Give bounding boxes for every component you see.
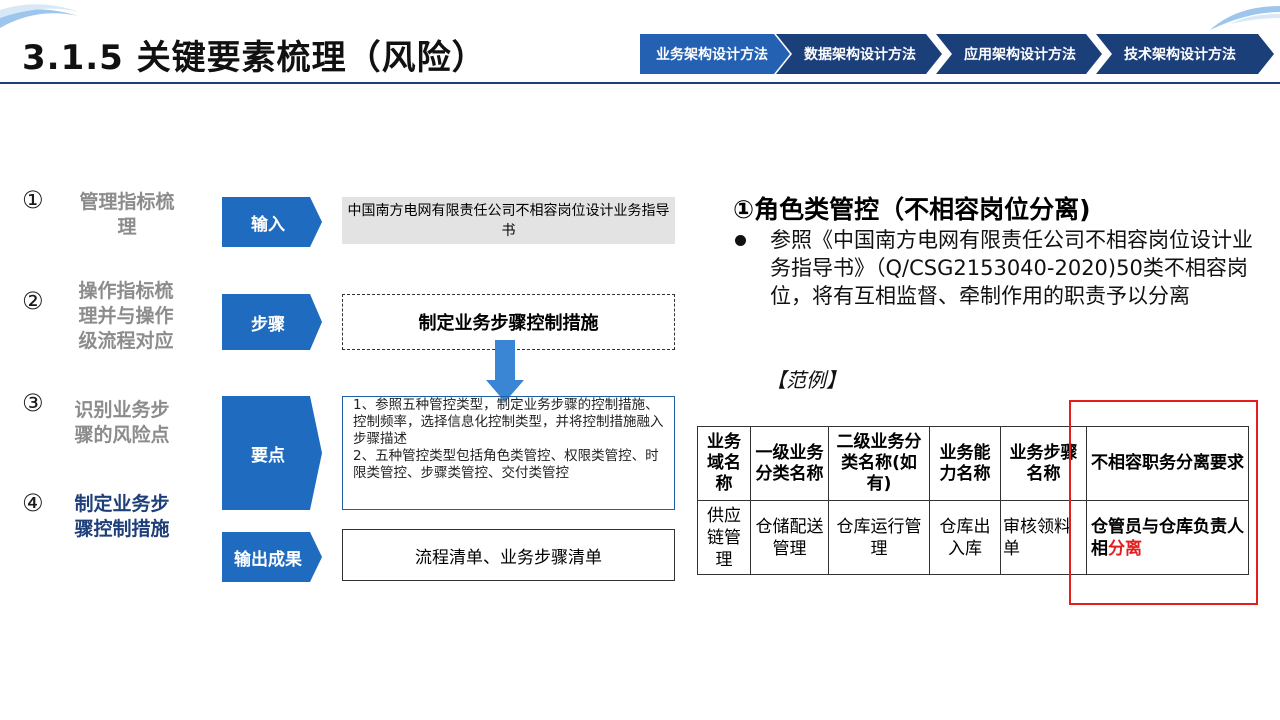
section-title: ①角色类管控（不相容岗位分离) — [733, 195, 1091, 224]
bullet-text: 参照《中国南方电网有限责任公司不相容岗位设计业务指导书》（Q/CSG215304… — [770, 228, 1253, 308]
points-line-2: 2、五种管控类型包括角色类管控、权限类管控、时限类管控、步骤类管控、交付类管控 — [353, 448, 659, 481]
down-arrow-icon — [486, 340, 524, 402]
bullet-dot-icon — [735, 235, 746, 246]
step-tag: 步骤 — [222, 294, 322, 350]
highlight-frame — [1069, 400, 1258, 605]
output-tag: 输出成果 — [222, 532, 322, 582]
nav-step-technology[interactable]: 技术架构设计方法 — [1096, 34, 1274, 74]
step-3-label: 识别业务步骤的风险点 — [74, 399, 170, 446]
step-3-number: ③ — [22, 389, 44, 417]
table-cell: 仓库运行管理 — [828, 500, 930, 575]
input-tag: 输入 — [222, 197, 322, 247]
points-line-1: 1、参照五种管控类型，制定业务步骤的控制措施、控制频率，选择信息化控制类型，并将… — [353, 397, 664, 447]
step-1-number: ① — [22, 186, 44, 214]
table-cell: 仓储配送管理 — [750, 500, 829, 575]
step-2-number: ② — [22, 287, 44, 315]
nav-step-data[interactable]: 数据架构设计方法 — [776, 34, 942, 74]
header-swoosh-right — [1210, 6, 1280, 30]
step-4-label: 制定业务步骤控制措施 — [74, 493, 170, 540]
example-label: 【范例】 — [766, 368, 846, 392]
method-nav: 业务架构设计方法 数据架构设计方法 应用架构设计方法 技术架构设计方法 — [640, 34, 1274, 74]
header-cell: 二级业务分类名称(如有) — [828, 426, 930, 501]
input-box: 中国南方电网有限责任公司不相容岗位设计业务指导书 — [342, 197, 675, 244]
nav-step-application[interactable]: 应用架构设计方法 — [936, 34, 1102, 74]
table-cell: 供应链管理 — [697, 500, 751, 575]
nav-step-business[interactable]: 业务架构设计方法 — [640, 34, 790, 74]
page-title: 3.1.5 关键要素梳理（风险） — [22, 38, 487, 78]
points-tag: 要点 — [222, 396, 322, 510]
step-2-label: 操作指标梳理并与操作级流程对应 — [78, 280, 174, 352]
table-cell: 仓库出入库 — [929, 500, 1001, 575]
header-divider — [0, 82, 1280, 84]
header-cell: 一级业务分类名称 — [750, 426, 829, 501]
header-cell: 业务域名称 — [697, 426, 751, 501]
output-box: 流程清单、业务步骤清单 — [342, 529, 675, 581]
bullet-paragraph: 参照《中国南方电网有限责任公司不相容岗位设计业务指导书》（Q/CSG215304… — [733, 226, 1263, 310]
step-1-label: 管理指标梳理 — [79, 191, 175, 238]
step-4-number: ④ — [22, 489, 44, 517]
points-box: 1、参照五种管控类型，制定业务步骤的控制措施、控制频率，选择信息化控制类型，并将… — [342, 396, 675, 510]
header-cell: 业务能力名称 — [929, 426, 1001, 501]
